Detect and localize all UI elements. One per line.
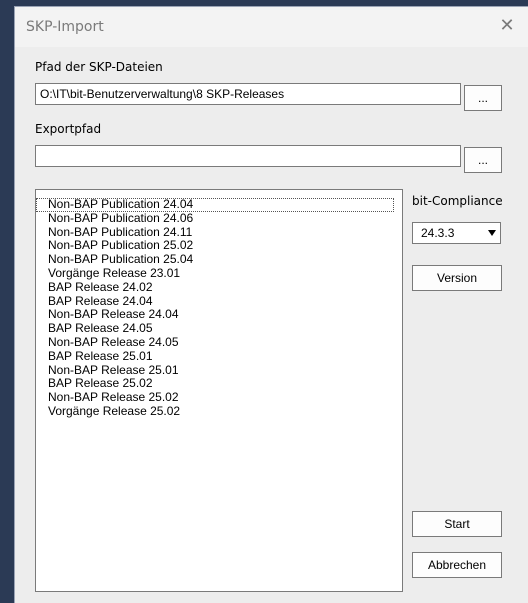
list-item[interactable]: BAP Release 24.05: [36, 321, 402, 336]
skp-path-label: Pfad der SKP-Dateien: [35, 60, 163, 74]
export-path-browse-button[interactable]: ...: [464, 147, 502, 173]
list-item[interactable]: Non-BAP Publication 24.11: [36, 225, 402, 240]
release-list: Non-BAP Publication 24.04 Non-BAP Publica…: [36, 190, 402, 419]
list-item[interactable]: Non-BAP Publication 25.02: [36, 239, 402, 253]
list-item[interactable]: Non-BAP Release 25.01: [36, 363, 402, 378]
skp-path-input[interactable]: [35, 83, 461, 105]
compliance-version-select[interactable]: 24.3.3: [412, 222, 501, 244]
skp-path-browse-button[interactable]: ...: [464, 85, 502, 111]
list-item[interactable]: Non-BAP Release 24.04: [36, 308, 402, 322]
list-item[interactable]: Non-BAP Publication 24.04: [36, 197, 394, 212]
list-item[interactable]: Non-BAP Release 25.02: [36, 390, 402, 405]
list-item[interactable]: Vorgänge Release 23.01: [36, 266, 402, 281]
compliance-selected-value: 24.3.3: [421, 226, 455, 240]
list-item[interactable]: BAP Release 25.02: [36, 377, 402, 391]
close-icon[interactable]: ✕: [496, 15, 518, 37]
release-listbox[interactable]: Non-BAP Publication 24.04 Non-BAP Publica…: [35, 189, 403, 592]
export-path-label: Exportpfad: [35, 122, 102, 136]
list-item[interactable]: BAP Release 25.01: [36, 349, 402, 364]
list-item[interactable]: Non-BAP Publication 25.04: [36, 252, 402, 267]
list-item[interactable]: BAP Release 24.02: [36, 280, 402, 295]
skp-import-dialog: SKP-Import ✕ Pfad der SKP-Dateien ... Ex…: [14, 6, 528, 603]
dialog-title: SKP-Import: [26, 19, 104, 35]
cancel-button[interactable]: Abbrechen: [412, 552, 502, 578]
export-path-input[interactable]: [35, 145, 461, 167]
list-item[interactable]: BAP Release 24.04: [36, 294, 402, 309]
compliance-label: bit-Compliance: [412, 194, 503, 208]
chevron-down-icon[interactable]: [488, 230, 496, 236]
list-item[interactable]: Vorgänge Release 25.02: [36, 404, 402, 419]
version-button[interactable]: Version: [412, 265, 502, 291]
list-item[interactable]: Non-BAP Publication 24.06: [36, 211, 402, 226]
title-bar: SKP-Import ✕: [15, 7, 528, 47]
list-item[interactable]: Non-BAP Release 24.05: [36, 335, 402, 350]
start-button[interactable]: Start: [412, 511, 502, 537]
